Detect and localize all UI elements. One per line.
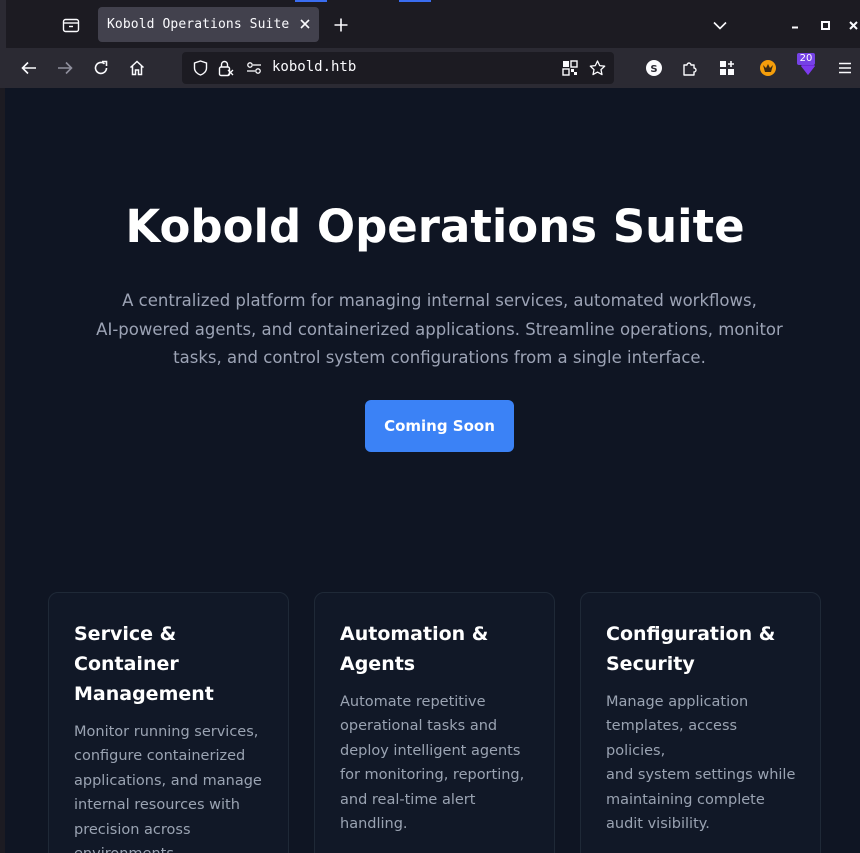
close-window-icon[interactable] bbox=[840, 12, 860, 38]
fox-extension-icon[interactable] bbox=[754, 54, 782, 82]
reload-icon[interactable] bbox=[87, 54, 115, 82]
feature-card-automation-agents: Automation & Agents Automate repetitive … bbox=[314, 592, 555, 853]
card-title: Automation & Agents bbox=[340, 619, 534, 679]
tabs-list-icon[interactable] bbox=[56, 11, 86, 39]
card-text-line: precision across bbox=[74, 821, 191, 838]
maximize-icon[interactable] bbox=[812, 12, 838, 38]
url-text[interactable]: kobold.htb bbox=[272, 59, 356, 75]
lock-icon[interactable] bbox=[217, 59, 235, 77]
card-description: Automate repetitive operational tasks an… bbox=[340, 690, 534, 836]
card-text-line: environments. bbox=[74, 842, 268, 853]
address-bar[interactable]: kobold.htb bbox=[182, 52, 614, 84]
minimize-icon[interactable] bbox=[782, 12, 808, 38]
card-text-line: and real-time alert bbox=[340, 791, 476, 808]
feature-card-service-container: Service & Container Management Monitor r… bbox=[48, 592, 289, 853]
coming-soon-button[interactable]: Coming Soon bbox=[365, 400, 514, 452]
back-arrow-icon[interactable] bbox=[15, 54, 43, 82]
card-text-line: applications, and manage bbox=[74, 772, 262, 789]
svg-text:S: S bbox=[650, 64, 657, 75]
plus-icon[interactable] bbox=[328, 12, 354, 38]
card-text-line: configure containerized bbox=[74, 748, 246, 765]
home-icon[interactable] bbox=[123, 54, 151, 82]
card-title-line: Configuration & bbox=[606, 623, 776, 645]
card-text-line: internal resources with bbox=[74, 797, 240, 814]
page-title: Kobold Operations Suite bbox=[125, 200, 745, 253]
card-text-line: and system settings while bbox=[606, 767, 796, 784]
feature-card-configuration-security: Configuration & Security Manage applicat… bbox=[580, 592, 821, 853]
card-text-line: templates, access policies, bbox=[606, 718, 738, 759]
chevron-down-icon[interactable] bbox=[707, 12, 733, 38]
card-text-line: Automate repetitive bbox=[340, 694, 486, 710]
star-icon[interactable] bbox=[588, 59, 606, 77]
card-title-line: Service & Container bbox=[74, 623, 179, 675]
puzzle-icon[interactable] bbox=[676, 54, 704, 82]
accent-strip bbox=[295, 0, 327, 2]
extension-badge-count: 20 bbox=[797, 53, 815, 65]
card-title-line: Automation & bbox=[340, 623, 489, 645]
card-title-line: Security bbox=[606, 653, 695, 675]
accent-strip bbox=[399, 0, 431, 2]
tab-kobold-operations-suite[interactable]: Kobold Operations Suite bbox=[98, 7, 319, 42]
card-text-line: handling. bbox=[340, 816, 408, 833]
forward-arrow-icon[interactable] bbox=[51, 54, 79, 82]
browser-navbar: kobold.htb S bbox=[0, 48, 860, 88]
hero-description-line: tasks, and control system configurations… bbox=[173, 348, 706, 367]
hero-description-line: A centralized platform for managing inte… bbox=[122, 291, 757, 310]
close-icon[interactable] bbox=[297, 16, 313, 32]
grid-icon[interactable] bbox=[713, 54, 741, 82]
card-text-line: maintaining complete bbox=[606, 791, 765, 808]
card-text-line: audit visibility. bbox=[606, 816, 710, 833]
card-title: Service & Container Management bbox=[74, 619, 268, 709]
card-description: Monitor running services, configure cont… bbox=[74, 720, 268, 853]
card-text-line: Manage application bbox=[606, 694, 749, 710]
qr-code-icon[interactable] bbox=[561, 59, 579, 77]
card-text-line: Monitor running services, bbox=[74, 724, 259, 740]
card-text-line: for monitoring, reporting, bbox=[340, 767, 525, 784]
card-title-line: Management bbox=[74, 683, 214, 705]
hamburger-menu-icon[interactable] bbox=[831, 54, 859, 82]
card-title-line: Agents bbox=[340, 653, 416, 675]
tab-title: Kobold Operations Suite bbox=[107, 17, 290, 32]
hero-description-line: AI-powered agents, and containerized app… bbox=[96, 319, 783, 339]
card-description: Manage application templates, access pol… bbox=[606, 690, 800, 836]
card-title: Configuration & Security bbox=[606, 619, 800, 679]
permissions-icon[interactable] bbox=[245, 59, 263, 77]
card-text-line: deploy intelligent agents bbox=[340, 742, 521, 759]
card-text-line: operational tasks and bbox=[340, 718, 498, 735]
profile-s-icon[interactable]: S bbox=[640, 54, 668, 82]
shield-icon[interactable] bbox=[191, 59, 209, 77]
hero-description: A centralized platform for managing inte… bbox=[85, 287, 794, 373]
browser-titlebar: Kobold Operations Suite bbox=[0, 0, 860, 48]
page-content: Kobold Operations Suite A centralized pl… bbox=[0, 88, 860, 853]
